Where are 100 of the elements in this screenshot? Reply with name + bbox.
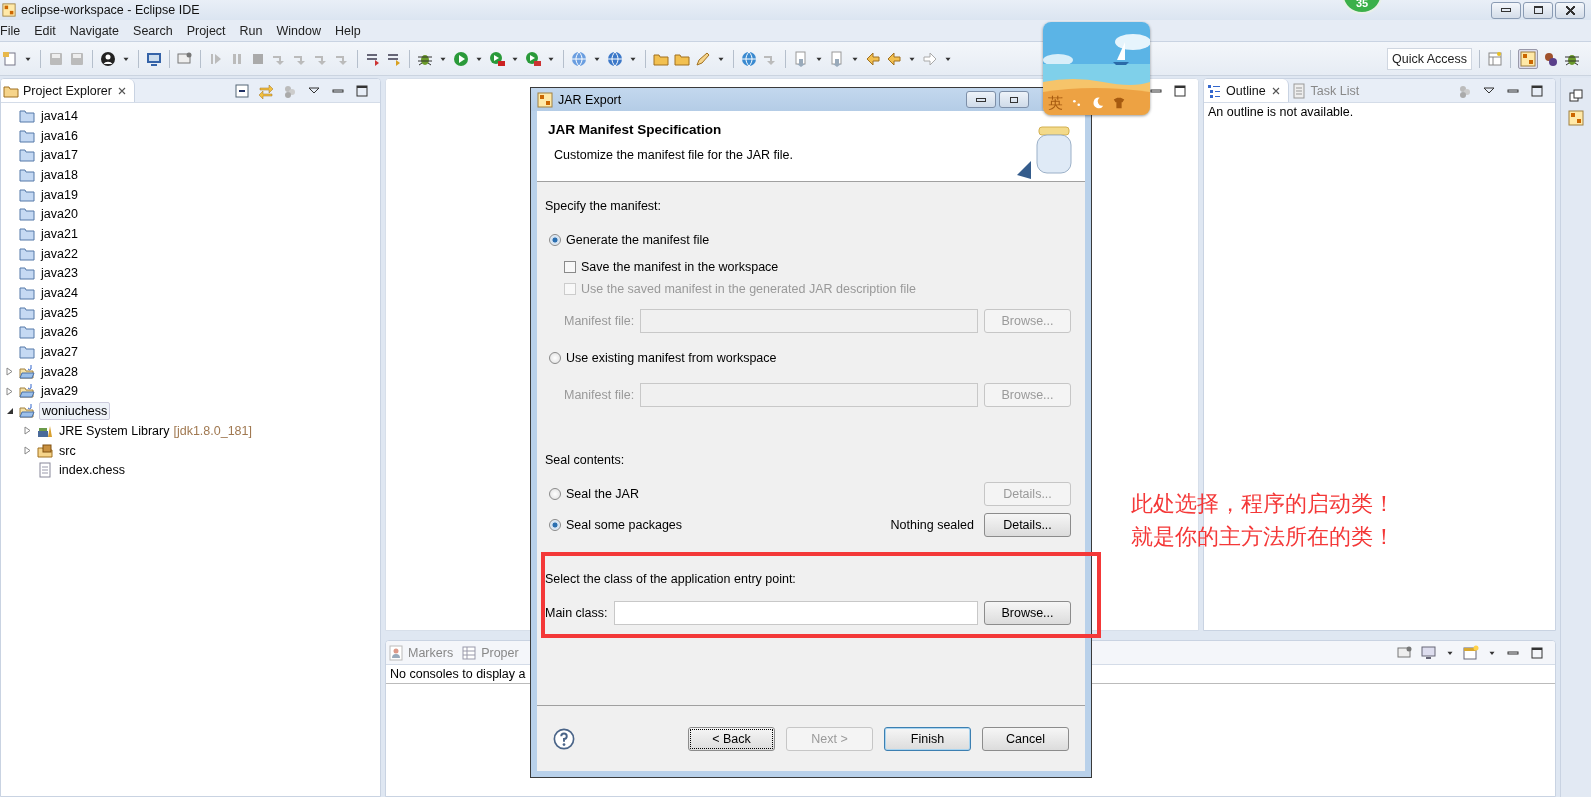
- menu-item[interactable]: File: [0, 23, 28, 38]
- menu-item[interactable]: Window: [269, 23, 328, 38]
- dialog-button[interactable]: Finish: [884, 726, 971, 751]
- radio-label[interactable]: Use existing manifest from workspace: [566, 351, 777, 365]
- tree-item[interactable]: java16: [39, 127, 80, 144]
- quick-access-field[interactable]: Quick Access: [1386, 47, 1472, 70]
- monitor-icon[interactable]: [146, 50, 162, 67]
- dialog-button[interactable]: Cancel: [982, 726, 1069, 751]
- maximize-icon[interactable]: [354, 82, 370, 99]
- globe-icon[interactable]: [741, 50, 757, 67]
- java-perspective-icon[interactable]: [1520, 50, 1536, 67]
- person-icon[interactable]: [100, 50, 116, 67]
- pen-icon[interactable]: [695, 50, 711, 67]
- text-field[interactable]: [640, 309, 978, 333]
- tree-item[interactable]: index.chess: [57, 462, 127, 479]
- menu-item[interactable]: Run: [232, 23, 270, 38]
- restore-button[interactable]: [1523, 1, 1553, 19]
- tree-item[interactable]: java29: [39, 383, 80, 400]
- radio-button[interactable]: [549, 234, 561, 246]
- section-label: Select the class of the application entry point:: [545, 572, 796, 586]
- menu-item[interactable]: Project: [179, 23, 233, 38]
- tree-item[interactable]: woniuchess: [39, 402, 111, 421]
- tree-item[interactable]: java28: [39, 363, 80, 380]
- text-field[interactable]: [613, 601, 978, 625]
- text-field[interactable]: [640, 383, 978, 407]
- menu-item[interactable]: Navigate: [62, 23, 127, 38]
- field-label: Manifest file:: [564, 314, 635, 328]
- tree-item[interactable]: java25: [39, 304, 80, 321]
- menu-item[interactable]: Help: [327, 23, 368, 38]
- minimize-button[interactable]: [1491, 1, 1521, 19]
- external-tools-icon[interactable]: [525, 50, 541, 67]
- status-text: Nothing sealed: [890, 518, 974, 532]
- tree-item[interactable]: java27: [39, 344, 80, 361]
- close-button[interactable]: [1555, 1, 1585, 19]
- checkbox[interactable]: [564, 261, 576, 273]
- expanded-arrow-icon[interactable]: [5, 407, 15, 416]
- properties-icon: [461, 644, 478, 661]
- tree-item[interactable]: java21: [39, 225, 80, 242]
- previous-annotation-icon[interactable]: [829, 50, 845, 67]
- link-editor-icon[interactable]: [258, 82, 274, 99]
- radio-label[interactable]: Generate the manifest file: [566, 233, 710, 247]
- new-icon[interactable]: [2, 50, 18, 67]
- details-button[interactable]: Details...: [984, 513, 1071, 537]
- tree-item[interactable]: java17: [39, 147, 80, 164]
- outline-message: An outline is not available.: [1207, 104, 1355, 121]
- radio-button[interactable]: [549, 352, 561, 364]
- tree-item[interactable]: JRE System Library: [57, 422, 172, 439]
- dialog-button[interactable]: < Back: [688, 726, 775, 751]
- moon-icon[interactable]: [1091, 96, 1105, 110]
- collapsed-arrow-icon[interactable]: [23, 446, 33, 456]
- radio-button[interactable]: [549, 519, 561, 531]
- window-title: eclipse-workspace - Eclipse IDE: [21, 3, 200, 17]
- section-label: Specify the manifest:: [545, 199, 662, 213]
- menu-item[interactable]: Search: [126, 23, 180, 38]
- new-project-icon[interactable]: [571, 50, 587, 67]
- tree-item[interactable]: java26: [39, 324, 80, 341]
- pin-icon[interactable]: [177, 50, 193, 67]
- tree-item[interactable]: java23: [39, 265, 80, 282]
- menu-item[interactable]: Edit: [27, 23, 63, 38]
- back-icon[interactable]: [886, 50, 902, 67]
- collapse-all-icon[interactable]: [234, 82, 250, 99]
- restore-icon[interactable]: [1568, 88, 1584, 104]
- tree-item[interactable]: java14: [39, 107, 80, 124]
- tree-item[interactable]: java19: [39, 186, 80, 203]
- open-perspective-icon[interactable]: [1487, 50, 1503, 67]
- collapsed-arrow-icon[interactable]: [5, 367, 15, 377]
- maximize-icon[interactable]: [1172, 82, 1188, 99]
- view-tab[interactable]: Outline: [1204, 79, 1289, 102]
- open-console-icon[interactable]: [1463, 644, 1479, 661]
- app-icon: [2, 2, 16, 18]
- tree-item[interactable]: java20: [39, 206, 80, 223]
- maximize-button[interactable]: [999, 91, 1029, 108]
- tree-item[interactable]: src: [57, 442, 78, 459]
- pin-console-icon[interactable]: [1397, 644, 1413, 661]
- coverage-icon[interactable]: [489, 50, 505, 67]
- package-folder-icon: [37, 442, 53, 459]
- next-annotation-icon[interactable]: [793, 50, 809, 67]
- maximize-icon[interactable]: [1529, 644, 1545, 661]
- java-ee-icon[interactable]: [1543, 50, 1559, 67]
- maximize-icon[interactable]: [1529, 82, 1545, 99]
- checkbox-label[interactable]: Save the manifest in the workspace: [581, 260, 779, 274]
- collapsed-arrow-icon[interactable]: [5, 386, 15, 396]
- shirt-icon[interactable]: [1112, 96, 1126, 110]
- browse-button[interactable]: Browse...: [984, 601, 1071, 625]
- tree-item[interactable]: java18: [39, 166, 80, 183]
- tree-item[interactable]: java24: [39, 285, 80, 302]
- last-edit-icon[interactable]: [865, 50, 881, 67]
- collapsed-arrow-icon[interactable]: [23, 426, 33, 436]
- tree-item[interactable]: java22: [39, 245, 80, 262]
- minimize-button[interactable]: [966, 91, 996, 108]
- new-class-icon[interactable]: [607, 50, 623, 67]
- run-icon[interactable]: [453, 50, 469, 67]
- annotation-text: 就是你的主方法所在的类！: [1131, 523, 1395, 551]
- display-console-icon[interactable]: [1421, 644, 1437, 661]
- radio-label[interactable]: Seal some packages: [566, 518, 683, 532]
- field-label: Main class:: [545, 606, 608, 620]
- view-tab[interactable]: Project Explorer: [1, 79, 135, 102]
- library-version: [jdk1.8.0_181]: [173, 423, 252, 438]
- outline-icon: [1206, 82, 1222, 99]
- forward-icon[interactable]: [922, 50, 938, 67]
